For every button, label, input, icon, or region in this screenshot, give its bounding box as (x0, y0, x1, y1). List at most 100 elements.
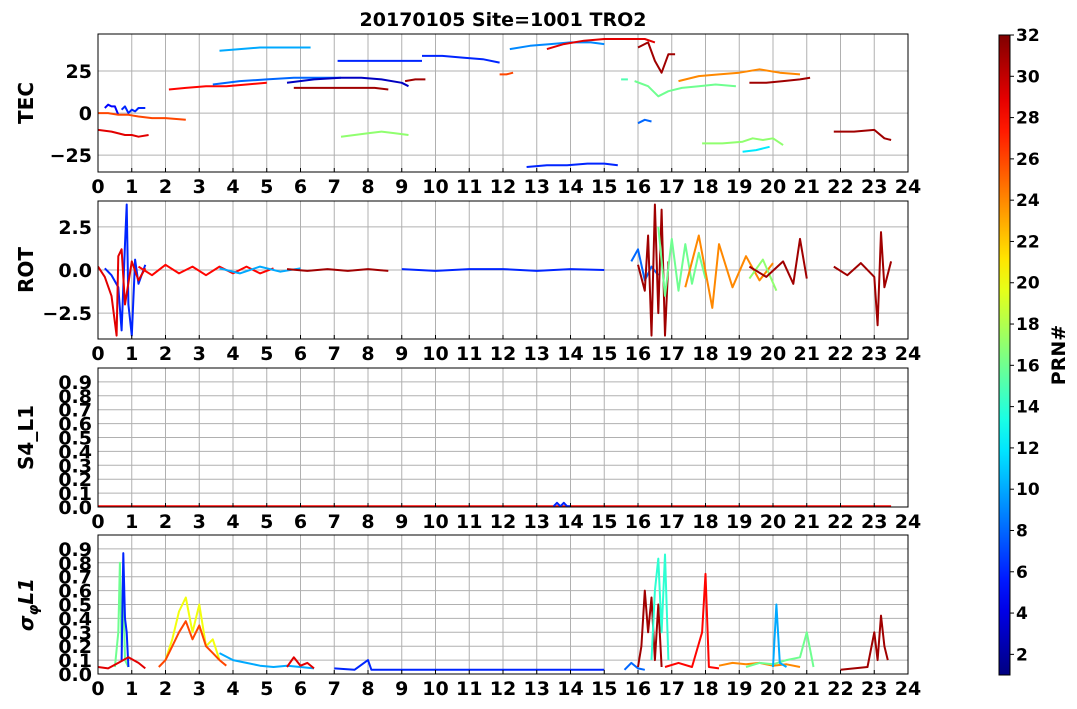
series-prn-26 (499, 71, 514, 76)
x-tick-label: 3 (193, 678, 206, 700)
x-tick-label: 23 (861, 176, 887, 198)
x-tick-label: 19 (726, 678, 752, 700)
series-prn-31 (404, 78, 426, 83)
x-tick-label: 1 (125, 511, 138, 533)
series-prn-8 (637, 118, 652, 125)
x-tick-label: 6 (294, 511, 307, 533)
x-tick-label: 20 (760, 678, 786, 700)
x-tick-label: 7 (328, 511, 341, 533)
colorbar-tick-label: 20 (1016, 274, 1040, 294)
series-prn-31 (293, 86, 389, 91)
x-tick-label: 2 (159, 176, 172, 198)
series-prn-17 (340, 130, 409, 138)
colorbar: 2468101214161820222426283032PRN# (998, 26, 1070, 676)
series-prn-16 (634, 80, 736, 98)
x-tick-label: 24 (895, 176, 921, 198)
series-prn-3 (286, 76, 409, 88)
x-tick-label: 11 (456, 343, 482, 365)
y-axis-label: TEC (14, 82, 38, 124)
x-tick-label: 23 (861, 511, 887, 533)
x-tick-label: 18 (692, 511, 718, 533)
colorbar-tick-label: 18 (1016, 315, 1040, 335)
x-tick-label: 23 (861, 678, 887, 700)
colorbar-tick-label: 6 (1016, 563, 1028, 583)
colorbar-tick-label: 30 (1016, 67, 1040, 87)
x-tick-label: 20 (760, 511, 786, 533)
x-tick-label: 17 (659, 176, 685, 198)
x-tick-label: 3 (193, 176, 206, 198)
x-tick-label: 22 (827, 176, 853, 198)
y-tick-label: −25 (50, 145, 92, 167)
x-tick-label: 7 (328, 176, 341, 198)
x-tick-label: 9 (395, 343, 408, 365)
x-tick-label: 4 (226, 176, 239, 198)
x-tick-label: 21 (794, 176, 820, 198)
x-tick-label: 22 (827, 343, 853, 365)
x-tick-label: 8 (361, 678, 374, 700)
x-tick-label: 22 (827, 678, 853, 700)
x-tick-label: 9 (395, 511, 408, 533)
panels: 0 1 2 3 4 5 6 7 8 9 10 11 12 13 14 15 16 17 18 19 20 21 22 23 24… (14, 33, 921, 700)
colorbar-tick-label: 22 (1016, 232, 1040, 252)
x-tick-label: 8 (361, 176, 374, 198)
x-tick-label: 5 (260, 343, 273, 365)
x-tick-label: 17 (659, 678, 685, 700)
x-tick-label: 11 (456, 511, 482, 533)
x-tick-label: 0 (91, 511, 104, 533)
y-tick-label: 0.0 (58, 260, 92, 282)
x-tick-label: 20 (760, 343, 786, 365)
y-tick-label: 25 (66, 61, 92, 83)
x-tick-label: 10 (422, 678, 448, 700)
x-tick-label: 6 (294, 678, 307, 700)
x-tick-label: 2 (159, 511, 172, 533)
x-tick-label: 12 (490, 343, 516, 365)
colorbar-tick-label: 8 (1016, 521, 1028, 541)
colorbar-tick-label: 12 (1016, 439, 1040, 459)
x-tick-label: 1 (125, 678, 138, 700)
series-prn-31 (833, 231, 893, 327)
x-tick-label: 9 (395, 176, 408, 198)
x-tick-label: 14 (557, 511, 583, 533)
x-tick-label: 12 (490, 511, 516, 533)
x-tick-label: 15 (591, 678, 617, 700)
series-group (98, 501, 892, 507)
x-tick-label: 18 (692, 343, 718, 365)
x-tick-label: 7 (328, 343, 341, 365)
x-tick-label: 23 (861, 343, 887, 365)
x-tick-label: 15 (591, 176, 617, 198)
x-tick-label: 12 (490, 678, 516, 700)
series-prn-24 (684, 234, 774, 309)
x-tick-label: 11 (456, 176, 482, 198)
series-prn-12 (742, 145, 770, 153)
panel-4: 0 1 2 3 4 5 6 7 8 9 10 11 12 13 14 15 16 17 18 19 20 21 22 23 24… (14, 534, 921, 700)
series-prn-10 (772, 603, 788, 668)
x-tick-label: 4 (226, 343, 239, 365)
x-tick-label: 19 (726, 511, 752, 533)
panel-2: 0 1 2 3 4 5 6 7 8 9 10 11 12 13 14 15 16 17 18 19 20 21 22 23 24… (14, 200, 921, 365)
x-tick-label: 20 (760, 176, 786, 198)
series-prn-31 (749, 76, 811, 84)
colorbar-tick-label: 16 (1016, 356, 1040, 376)
x-tick-label: 24 (895, 678, 921, 700)
x-tick-label: 19 (726, 343, 752, 365)
x-tick-label: 24 (895, 343, 921, 365)
x-tick-label: 4 (226, 511, 239, 533)
colorbar-tick-label: 32 (1016, 26, 1040, 46)
figure: 20170105 Site=1001 TRO2 0 1 2 3 4 5 6 7 8 9 10 11 12… (14, 9, 1070, 700)
x-tick-label: 0 (91, 678, 104, 700)
x-tick-label: 2 (159, 343, 172, 365)
colorbar-gradient (998, 34, 1011, 676)
x-tick-label: 1 (125, 176, 138, 198)
x-tick-label: 22 (827, 511, 853, 533)
series-prn-17 (702, 137, 784, 146)
x-tick-label: 19 (726, 176, 752, 198)
x-tick-label: 11 (456, 678, 482, 700)
colorbar-tick-label: 14 (1016, 398, 1040, 418)
x-tick-label: 6 (294, 343, 307, 365)
series-prn-6 (120, 105, 146, 115)
panel-1: 0 1 2 3 4 5 6 7 8 9 10 11 12 13 14 15 16 17 18 19 20 21 22 23 24… (14, 33, 921, 198)
x-tick-label: 14 (557, 678, 583, 700)
x-tick-label: 13 (524, 343, 550, 365)
x-tick-label: 15 (591, 343, 617, 365)
x-tick-label: 13 (524, 678, 550, 700)
